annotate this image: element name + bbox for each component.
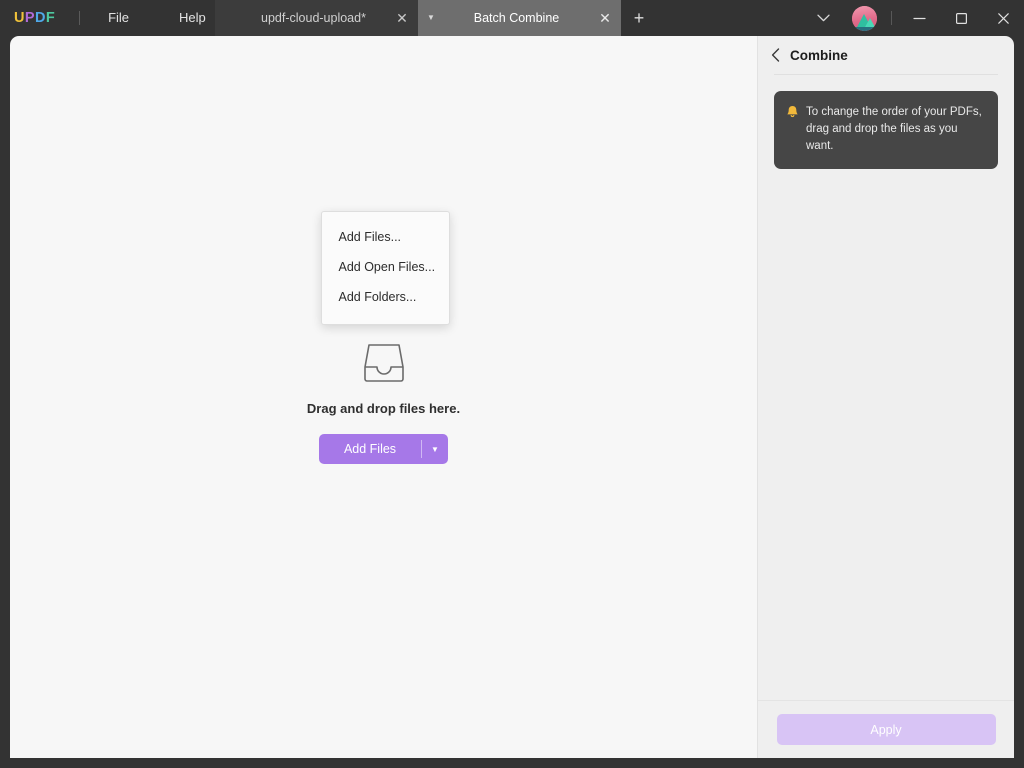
menu-file[interactable]: File [102, 0, 135, 36]
close-icon-window[interactable] [982, 0, 1024, 36]
logo-letter-f: F [45, 10, 56, 26]
maximize-icon[interactable] [940, 0, 982, 36]
bell-icon [787, 106, 798, 118]
panel-content: To change the order of your PDFs, drag a… [758, 75, 1014, 700]
logo-letter-p: P [24, 10, 35, 26]
tip-text: To change the order of your PDFs, drag a… [806, 106, 982, 153]
chevron-left-icon-back[interactable] [769, 48, 781, 62]
apply-button[interactable]: Apply [776, 714, 996, 745]
logo-letter-d: D [34, 10, 46, 26]
add-files-button-label[interactable]: Add Files [319, 434, 421, 464]
titlebar-right-controls [803, 0, 1024, 36]
drop-area-label: Drag and drop files here. [306, 401, 461, 416]
updf-logo: UPDF [14, 10, 55, 26]
menu-help[interactable]: Help [173, 0, 212, 36]
add-files-split-button[interactable]: Add Files ▼ [319, 434, 448, 464]
avatar[interactable] [843, 0, 885, 36]
menu-item-add-open-files[interactable]: Add Open Files... [322, 252, 449, 282]
brand-divider [79, 11, 81, 25]
add-files-dropdown-menu[interactable]: Add Files... Add Open Files... Add Folde… [320, 211, 450, 325]
menu-item-add-files[interactable]: Add Files... [322, 222, 449, 252]
title-bar: UPDF File Help ▼ updf-cloud-upload* ✕ ▼ … [0, 0, 1024, 36]
new-tab-button[interactable]: + [621, 0, 657, 36]
minimize-icon[interactable] [898, 0, 940, 36]
tab-strip: ▼ updf-cloud-upload* ✕ ▼ Batch Combine ✕… [215, 0, 803, 36]
drop-zone: Drag and drop files here. Add Files ▼ [10, 341, 757, 464]
tab-updf-cloud-upload[interactable]: ▼ updf-cloud-upload* ✕ [215, 0, 418, 36]
logo-letter-u: U [14, 10, 25, 26]
inbox-tray-icon [363, 344, 404, 382]
chevron-down-icon-tab-active[interactable]: ▼ [418, 14, 444, 22]
main-drop-area[interactable]: Drag and drop files here. Add Files ▼ Ad… [10, 36, 757, 758]
window-body: Drag and drop files here. Add Files ▼ Ad… [0, 36, 1024, 768]
close-icon-tab-inactive[interactable]: ✕ [386, 11, 418, 25]
panel-header: Combine [758, 36, 1014, 74]
chevron-down-icon-add-files[interactable]: ▼ [422, 434, 448, 464]
menu-item-add-folders[interactable]: Add Folders... [322, 282, 449, 312]
tab-label-inactive: updf-cloud-upload* [261, 11, 366, 25]
close-icon-tab-active[interactable]: ✕ [589, 11, 621, 25]
panel-footer: Apply [758, 700, 1014, 758]
chevron-down-icon-titlebar[interactable] [803, 0, 843, 36]
tab-label-active: Batch Combine [473, 11, 560, 25]
panel-title: Combine [790, 47, 848, 63]
avatar-ground [851, 26, 877, 31]
content-shell: Drag and drop files here. Add Files ▼ Ad… [10, 36, 1014, 758]
avatar-image [851, 5, 877, 31]
app-window: UPDF File Help ▼ updf-cloud-upload* ✕ ▼ … [0, 0, 1024, 768]
titlebar-separator [891, 11, 892, 25]
tip-callout: To change the order of your PDFs, drag a… [774, 91, 998, 170]
brand-menu-zone: UPDF File Help [0, 0, 215, 36]
combine-panel: Combine To change the order of your PDFs… [757, 36, 1014, 758]
tab-batch-combine[interactable]: ▼ Batch Combine ✕ [418, 0, 621, 36]
